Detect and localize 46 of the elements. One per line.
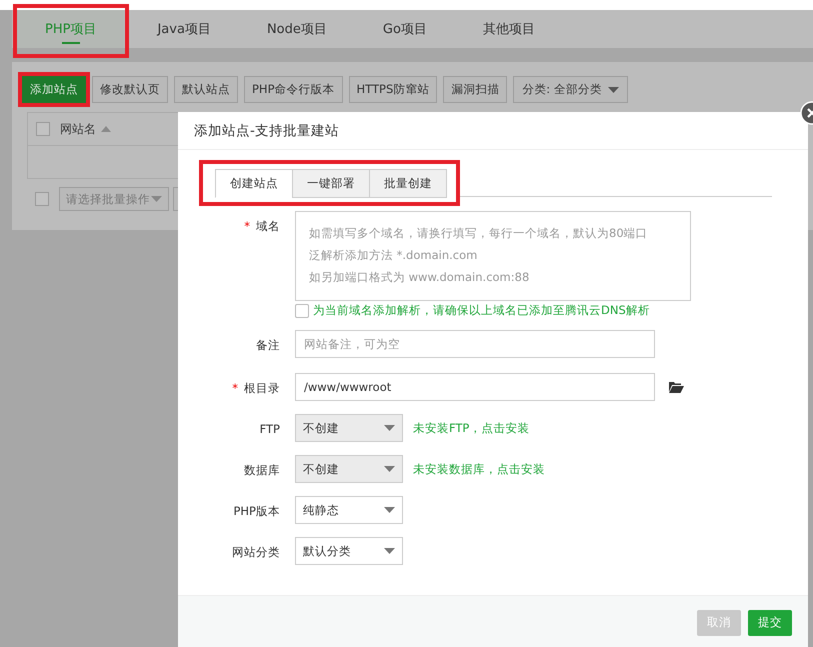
dialog-tab[interactable]: 创建站点 bbox=[215, 169, 293, 198]
checkbox-label[interactable]: 为当前域名添加解析，请确保以上域名已添加至腾讯云DNS解析 bbox=[313, 303, 650, 318]
caret-icon bbox=[384, 507, 395, 513]
placeholder-text: 如需填写多个域名，请换行填写，每行一个域名，默认为80端口 bbox=[309, 225, 648, 242]
folder-icon[interactable] bbox=[669, 381, 684, 393]
select-field[interactable]: 不创建 bbox=[295, 414, 403, 442]
caret-icon bbox=[384, 466, 395, 472]
field-label: PHP版本 bbox=[233, 504, 280, 518]
project-tab[interactable]: Java项目 bbox=[129, 10, 239, 48]
caret-icon bbox=[151, 196, 162, 202]
placeholder-text: 如另加端口格式为 www.domain.com:88 bbox=[309, 269, 530, 286]
toolbar-button[interactable]: 漏洞扫描 bbox=[443, 76, 508, 103]
project-tab[interactable]: Go项目 bbox=[354, 10, 455, 48]
field-label: 数据库 bbox=[244, 463, 280, 477]
input-field[interactable]: 网站备注，可为空 bbox=[295, 330, 655, 358]
field-label: 根目录 bbox=[244, 381, 280, 395]
caret-icon bbox=[384, 425, 395, 431]
caret-icon bbox=[608, 86, 620, 92]
project-tab[interactable]: Node项目 bbox=[238, 10, 355, 48]
caret-icon bbox=[384, 548, 395, 554]
checkbox[interactable] bbox=[35, 192, 49, 206]
placeholder-text: 泛解析添加方法 *.domain.com bbox=[309, 247, 478, 264]
dialog-tab[interactable]: 批量创建 bbox=[369, 169, 447, 198]
checkbox[interactable] bbox=[36, 122, 50, 136]
dialog-tab[interactable]: 一键部署 bbox=[292, 169, 370, 198]
toolbar-button[interactable]: PHP命令行版本 bbox=[244, 76, 343, 103]
field-label: 域名 bbox=[256, 219, 280, 233]
required-mark: * bbox=[232, 381, 238, 395]
project-tab[interactable]: 其他项目 bbox=[454, 10, 563, 48]
input-field[interactable]: /www/wwwroot bbox=[295, 373, 655, 401]
select-field[interactable]: 纯静态 bbox=[295, 496, 403, 524]
field-label: FTP bbox=[260, 422, 280, 436]
toolbar-button[interactable]: HTTPS防窜站 bbox=[348, 76, 438, 103]
column-header[interactable]: 网站名 bbox=[60, 120, 96, 138]
field-label: 网站分类 bbox=[232, 545, 280, 559]
sort-icon[interactable] bbox=[101, 126, 111, 132]
required-mark: * bbox=[244, 219, 250, 233]
select-field[interactable]: 默认分类 bbox=[295, 537, 403, 565]
install-link[interactable]: 未安装数据库，点击安装 bbox=[413, 462, 545, 476]
toolbar-button[interactable]: 修改默认页 bbox=[92, 76, 168, 103]
toolbar-button[interactable]: 添加站点 bbox=[22, 76, 86, 103]
category-select[interactable]: 分类: 全部分类 bbox=[513, 76, 628, 103]
toolbar-button[interactable]: 默认站点 bbox=[174, 76, 238, 103]
field-label: 备注 bbox=[256, 338, 280, 352]
checkbox[interactable] bbox=[295, 304, 309, 318]
select-field[interactable]: 不创建 bbox=[295, 455, 403, 483]
